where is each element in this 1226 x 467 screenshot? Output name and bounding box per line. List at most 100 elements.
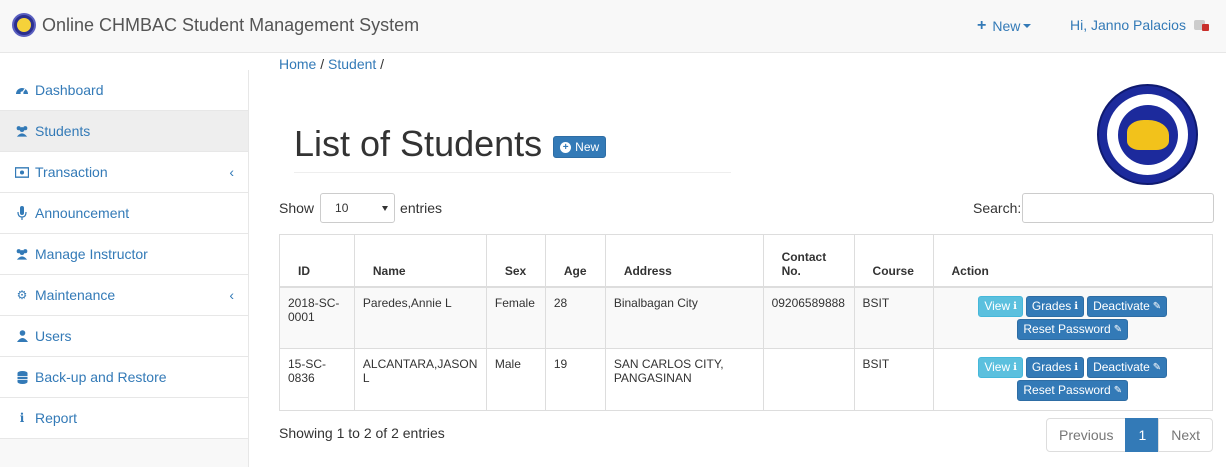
sidebar-item-label: Back-up and Restore [35,369,167,385]
cell-address: SAN CARLOS CITY, PANGASINAN [604,347,764,411]
users-icon [15,124,29,138]
users-icon [15,247,29,261]
new-dropdown[interactable]: + New [977,17,1032,35]
cell-course: BSIT [853,286,934,349]
deactivate-button[interactable]: Deactivate ✎ [1087,295,1168,317]
sidebar-item-students[interactable]: Students [0,111,248,152]
entries-label: entries [400,200,443,216]
caret-down-icon [1023,24,1032,28]
sidebar-item-dashboard[interactable]: Dashboard [0,70,248,111]
table-header-row: ID Name Sex Age Address Contact No. Cour… [279,234,1213,288]
deactivate-label: Deactivate [1093,360,1150,374]
sidebar-item-label: Dashboard [35,82,104,98]
table-info: Showing 1 to 2 of 2 entries [279,425,445,441]
pencil-icon: ✎ [1113,384,1123,396]
user-icon [15,329,29,343]
view-button[interactable]: View ℹ [978,295,1023,317]
add-student-label: New [575,140,600,154]
column-header-address[interactable]: Address [604,234,764,288]
database-icon [15,370,29,384]
user-menu[interactable]: Hi, Janno Palacios [1070,17,1210,33]
sidebar-item-manage-instructor[interactable]: Manage Instructor [0,234,248,275]
university-seal-logo [1097,84,1198,185]
cell-id: 15-SC-0836 [279,347,355,411]
cell-name: Paredes,Annie L [353,286,487,349]
pencil-icon: ✎ [1152,300,1162,312]
sidebar-item-label: Report [35,410,78,426]
dashboard-icon [15,83,29,97]
page-1-button[interactable]: 1 [1125,418,1160,452]
column-header-sex[interactable]: Sex [485,234,546,288]
pencil-icon: ✎ [1113,323,1123,335]
reset-password-label: Reset Password [1023,322,1111,336]
cell-address: Binalbagan City [604,286,764,349]
cell-contact: 09206589888 [762,286,855,349]
column-header-id[interactable]: ID [279,234,355,288]
info-icon: i [19,411,25,425]
plus-icon: + [977,17,987,34]
cell-actions: View ℹ Grades ℹ Deactivate ✎ Reset Password… [932,347,1213,411]
column-header-action: Action [932,234,1213,288]
brand[interactable]: Online CHMBAC Student Management System [12,13,419,37]
sidebar-item-transaction[interactable]: Transaction ‹ [0,152,248,193]
cell-actions: View ℹ Grades ℹ Deactivate ✎ Reset Password… [932,286,1213,349]
sidebar-item-users[interactable]: Users [0,316,248,357]
sidebar-item-announcement[interactable]: Announcement [0,193,248,234]
reset-password-button[interactable]: Reset Password ✎ [1017,318,1129,340]
grades-label: Grades [1031,299,1072,313]
breadcrumb-student[interactable]: Student [328,56,376,72]
table-row: 2018-SC-0001 Paredes,Annie L Female 28 B… [279,286,1213,349]
column-header-course[interactable]: Course [853,234,934,288]
search-input[interactable] [1022,193,1215,223]
top-navbar: Online CHMBAC Student Management System … [0,0,1226,53]
column-header-contact[interactable]: Contact No. [762,234,855,288]
pencil-icon: ✎ [1152,361,1162,373]
sidebar-item-label: Students [35,123,91,139]
add-student-button[interactable]: + New [553,136,607,158]
sidebar-item-label: Users [35,328,72,344]
sidebar-item-label: Maintenance [35,287,116,303]
gear-icon: ⚙ [16,288,28,302]
entries-select[interactable]: 10 [320,193,396,223]
school-logo-icon [12,13,36,37]
info-circle-icon: ℹ [1013,300,1017,312]
sidebar-item-maintenance[interactable]: ⚙ Maintenance ‹ [0,275,248,316]
user-greeting: Hi, Janno Palacios [1070,17,1186,33]
deactivate-button[interactable]: Deactivate ✎ [1087,356,1168,378]
next-page-button[interactable]: Next [1158,418,1214,452]
sidebar-item-report[interactable]: i Report [0,398,248,439]
money-icon [15,165,29,179]
chevron-left-icon: ‹ [229,287,234,303]
pagination: Previous 1 Next [1046,418,1214,452]
sidebar-item-label: Announcement [35,205,130,221]
show-label: Show [279,200,315,216]
info-circle-icon: ℹ [1074,300,1079,312]
page-header: List of Students + New [294,122,731,173]
entries-length-control: Show 10 entries [279,193,442,223]
breadcrumb-separator: / [316,56,329,72]
column-header-name[interactable]: Name [353,234,487,288]
cell-id: 2018-SC-0001 [279,286,355,349]
table-search: Search: [973,193,1215,223]
sidebar-item-backup-restore[interactable]: Back-up and Restore [0,357,248,398]
grades-button[interactable]: Grades ℹ [1025,295,1085,317]
reset-password-button[interactable]: Reset Password ✎ [1017,379,1129,401]
breadcrumb-separator: / [376,56,385,72]
students-table: ID Name Sex Age Address Contact No. Cour… [279,234,1213,411]
column-header-age[interactable]: Age [544,234,606,288]
cell-sex: Male [485,347,546,411]
previous-page-button[interactable]: Previous [1046,418,1127,452]
plus-circle-icon: + [560,141,572,153]
breadcrumb-home[interactable]: Home [279,56,316,72]
cell-contact [762,347,855,411]
entries-select-value: 10 [335,201,349,215]
sidebar: Dashboard Students Transaction ‹ Announc… [0,70,249,467]
sidebar-item-label: Manage Instructor [35,246,148,262]
view-label: View [984,299,1011,313]
cell-age: 19 [544,347,606,411]
table-row: 15-SC-0836 ALCANTARA,JASON L Male 19 SAN… [279,347,1213,411]
grades-button[interactable]: Grades ℹ [1025,356,1085,378]
view-button[interactable]: View ℹ [978,356,1023,378]
app-title: Online CHMBAC Student Management System [42,14,420,35]
lion-emblem-icon [1126,119,1169,150]
